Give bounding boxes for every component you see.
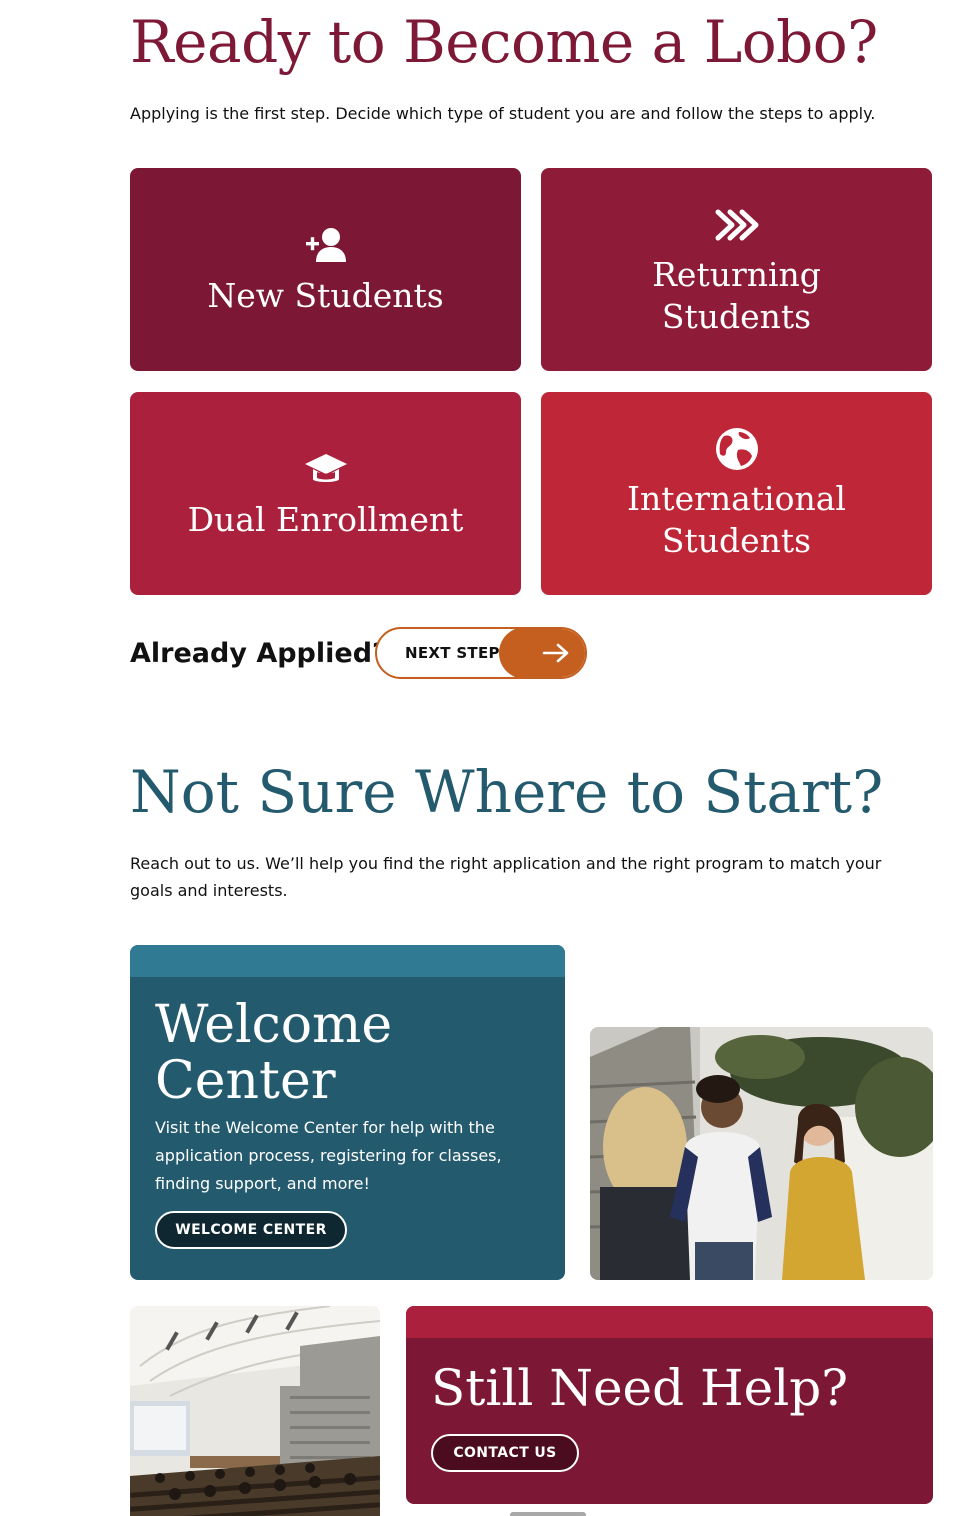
card-top-band (406, 1306, 933, 1338)
double-chevron-right-icon (714, 202, 760, 248)
welcome-center-button[interactable]: WELCOME CENTER (155, 1211, 347, 1249)
tile-label: New Students (207, 275, 444, 315)
welcome-center-title: Welcome Center (155, 995, 393, 1111)
returning-students-tile[interactable]: Returning Students (541, 168, 932, 371)
next-steps-button[interactable]: NEXT STEPS (375, 627, 587, 679)
students-photo (590, 1027, 933, 1280)
tile-label: Returning Students (652, 254, 821, 336)
welcome-center-card: Welcome Center Visit the Welcome Center … (130, 945, 565, 1280)
add-user-icon (303, 223, 349, 269)
contact-us-button[interactable]: CONTACT US (431, 1434, 579, 1472)
start-intro: Reach out to us. We’ll help you find the… (130, 854, 882, 900)
still-need-help-card: Still Need Help? CONTACT US (406, 1306, 933, 1504)
apply-intro: Applying is the first step. Decide which… (130, 104, 876, 123)
graduation-cap-icon (303, 447, 349, 493)
still-need-help-title: Still Need Help? (431, 1359, 849, 1417)
new-students-tile[interactable]: New Students (130, 168, 521, 371)
card-top-band (130, 945, 565, 977)
already-applied-label: Already Applied? (130, 638, 388, 669)
globe-icon (714, 426, 760, 472)
arrow-right-icon (499, 629, 585, 677)
international-students-tile[interactable]: International Students (541, 392, 932, 595)
partial-element (510, 1512, 586, 1516)
section-title: Not Sure Where to Start? (130, 758, 884, 826)
dual-enrollment-tile[interactable]: Dual Enrollment (130, 392, 521, 595)
welcome-center-description: Visit the Welcome Center for help with t… (155, 1118, 502, 1193)
tile-label: International Students (627, 478, 846, 560)
next-steps-label: NEXT STEPS (405, 644, 511, 662)
tile-label: Dual Enrollment (187, 499, 464, 539)
page-title: Ready to Become a Lobo? (130, 8, 878, 76)
lecture-hall-photo (130, 1306, 380, 1516)
